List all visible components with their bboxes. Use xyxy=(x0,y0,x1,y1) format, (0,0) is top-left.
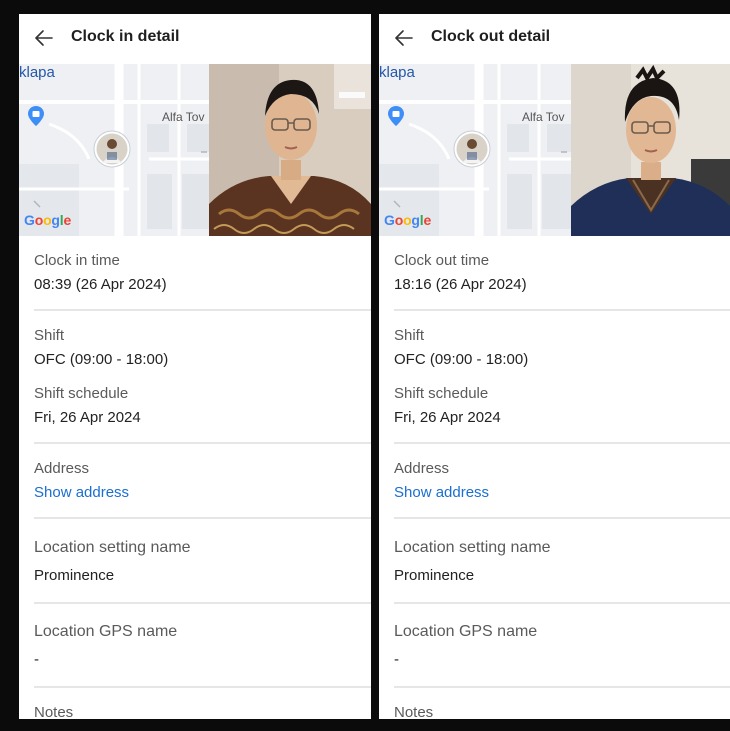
location-map[interactable]: klapa Alfa Tov Google xyxy=(19,64,209,236)
clock-out-selfie-photo[interactable] xyxy=(571,64,730,236)
divider xyxy=(394,517,730,519)
gps-name-value: - xyxy=(394,651,399,668)
google-logo: Google xyxy=(24,212,72,228)
clock-out-detail-panel: Clock out detail klapa Alfa Tov Google C… xyxy=(379,14,730,719)
clock-time-value: 18:16 (26 Apr 2024) xyxy=(394,276,527,293)
location-setting-label: Location setting name xyxy=(394,539,551,556)
divider xyxy=(34,309,371,311)
location-media: klapa Alfa Tov Google xyxy=(379,64,730,236)
divider xyxy=(394,602,730,604)
show-address-link[interactable]: Show address xyxy=(34,484,129,501)
divider xyxy=(394,442,730,444)
page-title: Clock out detail xyxy=(431,28,551,45)
shift-label: Shift xyxy=(394,327,425,344)
location-map[interactable]: klapa Alfa Tov Google xyxy=(379,64,571,236)
divider xyxy=(34,602,371,604)
location-setting-value: Prominence xyxy=(34,567,115,584)
app-header: Clock in detail xyxy=(19,14,371,62)
notes-label: Notes xyxy=(34,704,74,719)
divider xyxy=(394,686,730,688)
back-arrow-icon[interactable] xyxy=(32,26,56,50)
address-label: Address xyxy=(34,460,90,477)
clock-in-selfie-photo[interactable] xyxy=(209,64,371,236)
divider xyxy=(34,686,371,688)
back-arrow-icon[interactable] xyxy=(392,26,416,50)
shift-schedule-value: Fri, 26 Apr 2024 xyxy=(394,409,501,426)
show-address-link[interactable]: Show address xyxy=(394,484,489,501)
shift-value: OFC (09:00 - 18:00) xyxy=(394,351,529,368)
shift-label: Shift xyxy=(34,327,65,344)
location-setting-value: Prominence xyxy=(394,567,475,584)
gps-name-label: Location GPS name xyxy=(394,623,538,640)
gps-name-value: - xyxy=(34,651,39,668)
map-poi-label: Alfa Tov xyxy=(162,110,205,124)
location-setting-label: Location setting name xyxy=(34,539,191,556)
notes-label: Notes xyxy=(394,704,434,719)
address-label: Address xyxy=(394,460,450,477)
shift-value: OFC (09:00 - 18:00) xyxy=(34,351,169,368)
divider xyxy=(34,442,371,444)
page-title: Clock in detail xyxy=(71,28,180,45)
divider xyxy=(34,517,371,519)
shift-schedule-value: Fri, 26 Apr 2024 xyxy=(34,409,141,426)
google-logo: Google xyxy=(384,212,432,228)
location-media: klapa Alfa Tov Google xyxy=(19,64,371,236)
map-place-label: klapa xyxy=(379,64,415,81)
map-place-label: klapa xyxy=(19,64,55,81)
clock-in-detail-panel: Clock in detail klapa Alfa Tov Google Cl… xyxy=(19,14,371,719)
divider xyxy=(394,309,730,311)
clock-time-value: 08:39 (26 Apr 2024) xyxy=(34,276,167,293)
app-header: Clock out detail xyxy=(379,14,730,62)
shift-schedule-label: Shift schedule xyxy=(34,385,129,402)
clock-time-label: Clock in time xyxy=(34,252,120,269)
map-poi-label: Alfa Tov xyxy=(522,110,565,124)
shift-schedule-label: Shift schedule xyxy=(394,385,489,402)
gps-name-label: Location GPS name xyxy=(34,623,178,640)
clock-time-label: Clock out time xyxy=(394,252,490,269)
